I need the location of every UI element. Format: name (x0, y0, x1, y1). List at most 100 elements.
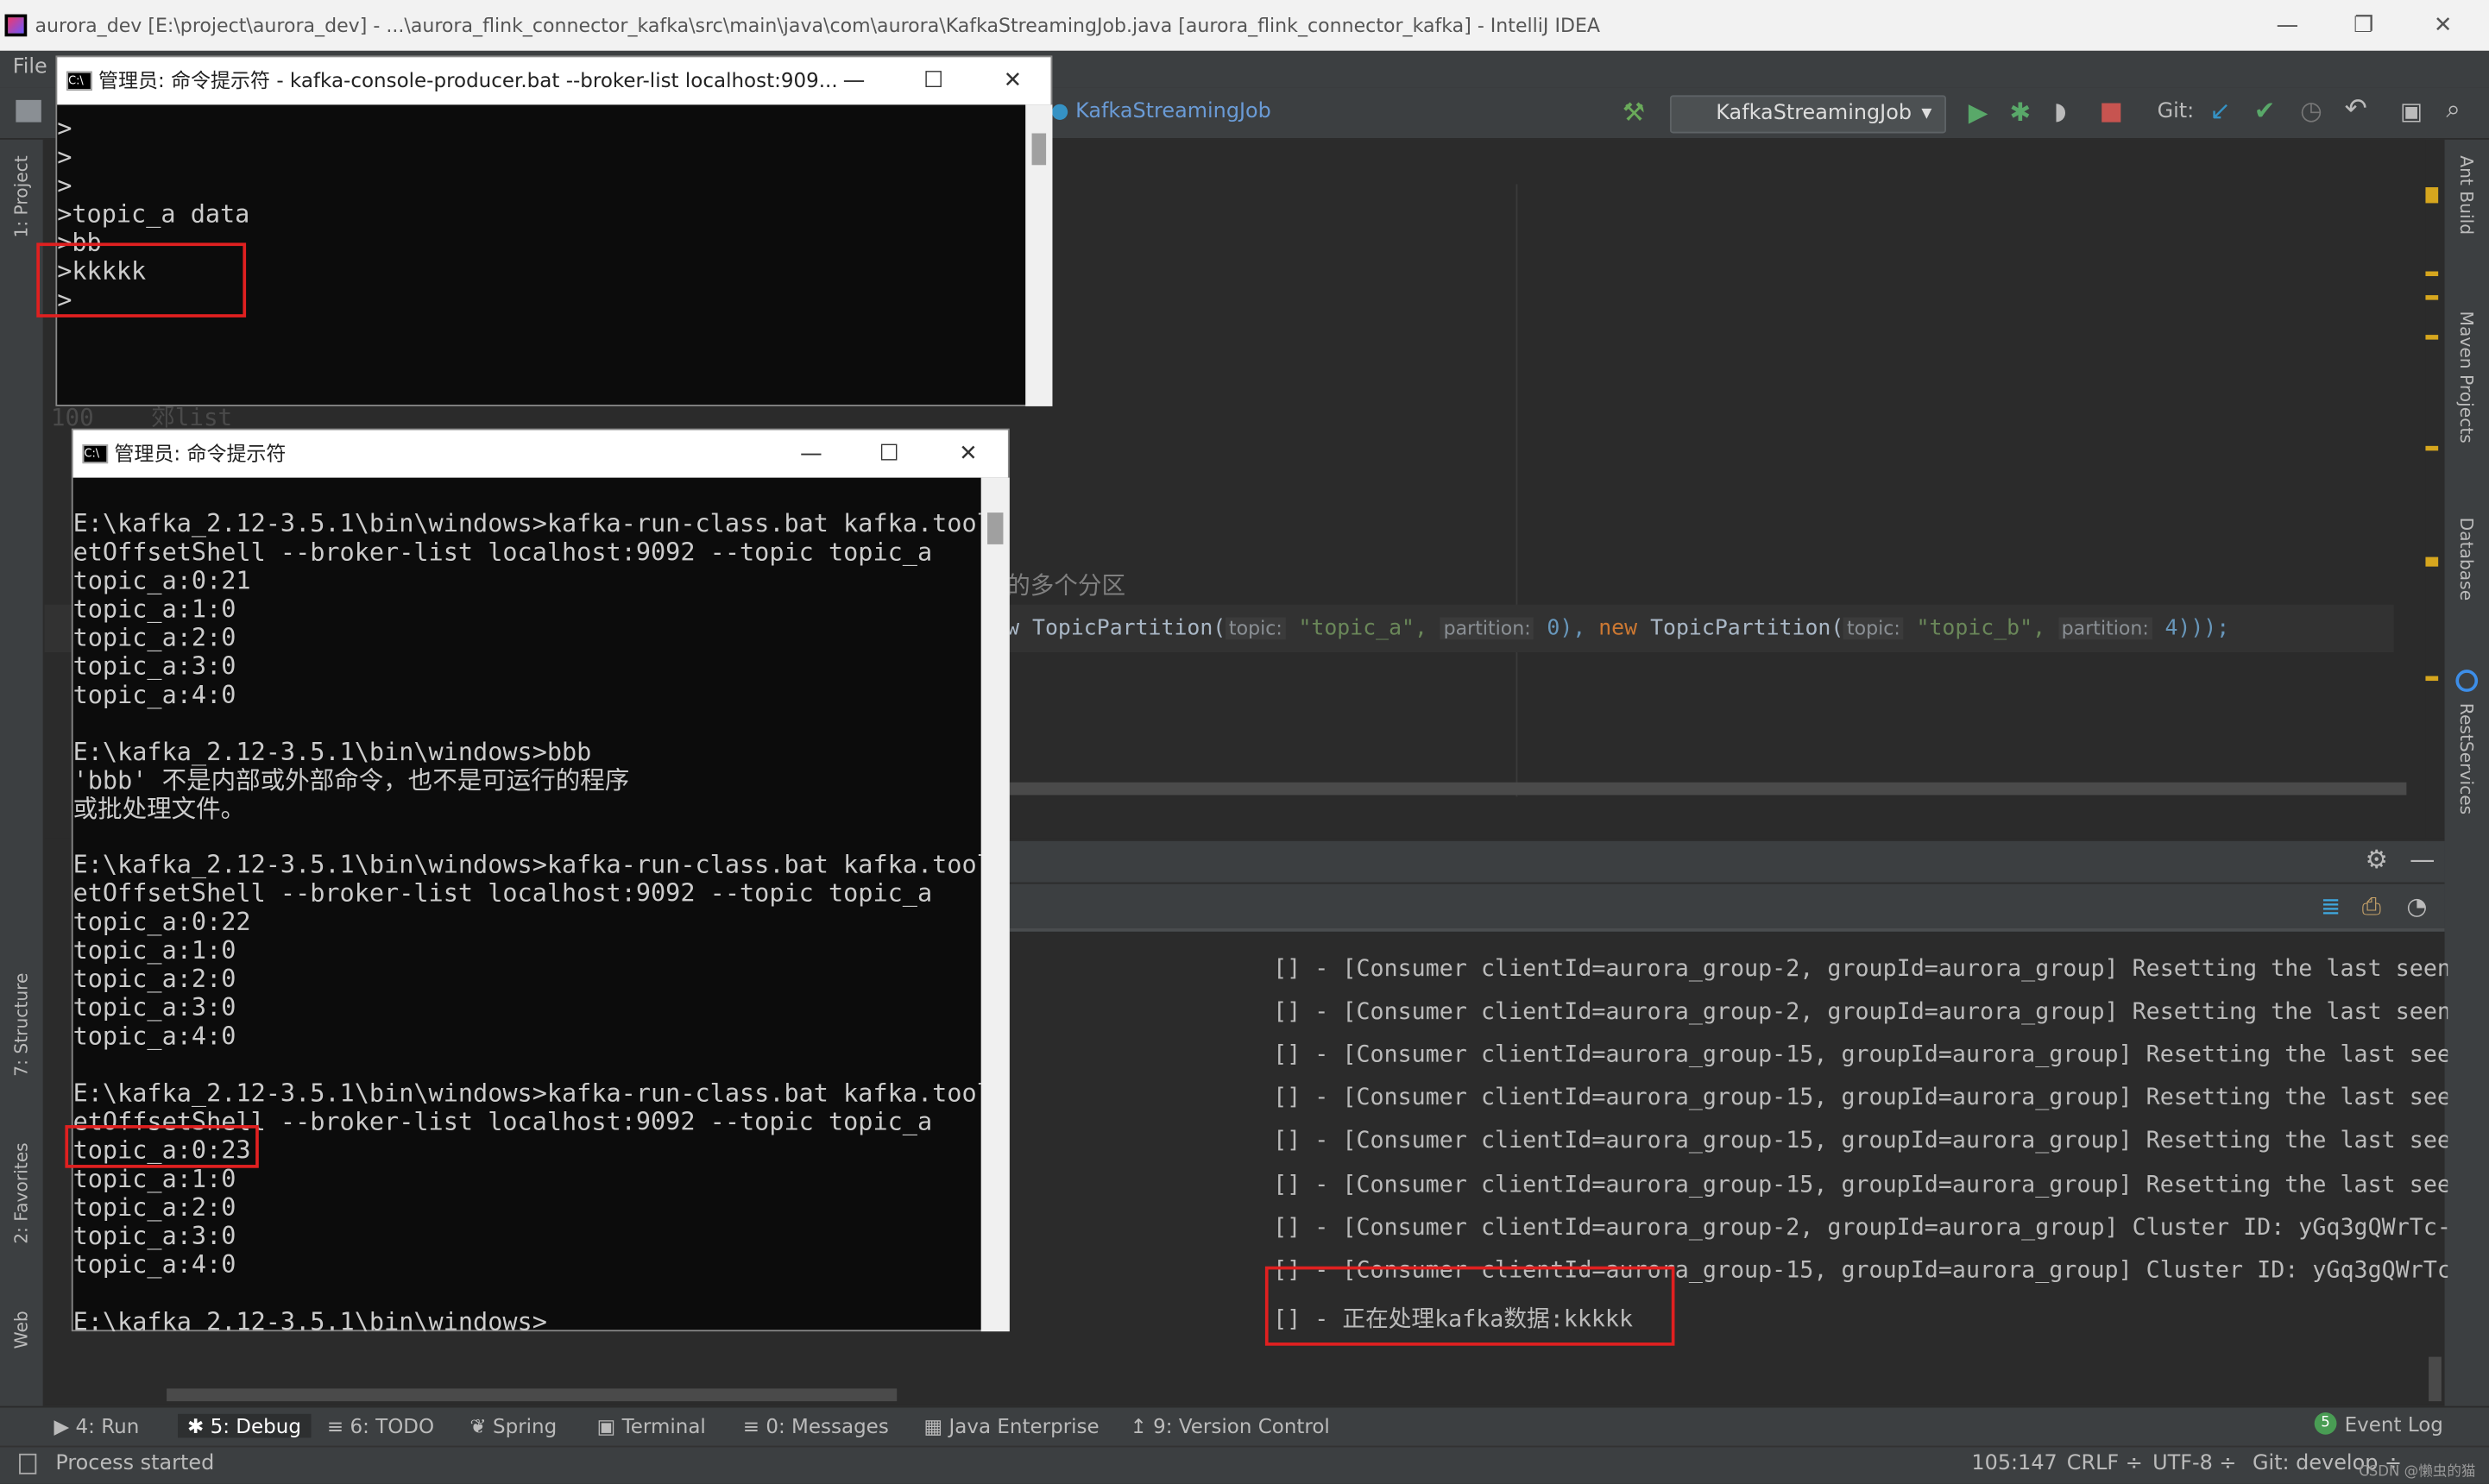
tool-tab-spring[interactable]: ❦ Spring (469, 1414, 557, 1438)
window-title: aurora_dev [E:\project\aurora_dev] - ...… (35, 14, 1601, 37)
cmd-line: topic_a:3:0 (72, 651, 236, 681)
run-icon[interactable]: ▶ (1969, 97, 1988, 127)
intellij-logo-icon (4, 14, 28, 37)
tool-window-favorites[interactable]: 2: Favorites (11, 1142, 32, 1244)
cmd-line: topic_a:4:0 (72, 680, 236, 709)
tool-tab-icon: ▦ (923, 1413, 949, 1438)
code-comment: 的多个分区 (1006, 571, 1126, 601)
tool-tab-icon: ≡ (326, 1413, 350, 1438)
close-button[interactable]: ✕ (2406, 0, 2480, 51)
highlight-box-kkkkk (36, 242, 247, 318)
cmd-line: topic_a:2:0 (72, 965, 236, 994)
code-number: 4))); (2164, 615, 2230, 642)
cmd-scrollbar[interactable] (1025, 104, 1053, 406)
cmd-scrollbar[interactable] (980, 477, 1010, 1332)
close-button[interactable]: ✕ (981, 57, 1045, 104)
project-structure-icon[interactable]: ▣ (2400, 97, 2423, 125)
cmd-line: topic_a:4:0 (72, 1022, 236, 1051)
cmd-line: >topic_a data (57, 199, 250, 229)
cmd-output: E:\kafka_2.12-3.5.1\bin\windows>kafka-ru… (72, 478, 981, 1332)
run-config-dropdown[interactable]: KafkaStreamingJob ▾ (1669, 95, 1946, 134)
cmd-line: 'bbb' 不是内部或外部命令，也不是可运行的程序 (72, 765, 630, 795)
cmd-line: topic_a:1:0 (72, 936, 236, 965)
tool-tab-debug[interactable]: ✱ 5: Debug (178, 1413, 311, 1438)
cmd-title: 管理员: 命令提示符 - kafka-console-producer.bat … (98, 68, 838, 92)
tool-window-web[interactable]: Web (11, 1311, 32, 1349)
code-keyword: new (1598, 615, 1638, 642)
cmd-line: E:\kafka_2.12-3.5.1\bin\windows>_ (72, 1306, 563, 1332)
tool-window-tabs: ▶ 4: Run ✱ 5: Debug ≡ 6: TODO ❦ Spring ▣ Ter… (0, 1405, 2489, 1446)
tool-tab-label: Spring (493, 1413, 558, 1438)
tool-tab-label: 5: Debug (210, 1413, 301, 1438)
maximize-button[interactable]: ☐ (902, 57, 966, 104)
line-separator[interactable]: CRLF ÷ (2067, 1452, 2143, 1476)
cmd-icon: C:\ (82, 444, 109, 464)
tool-tab-versioncontrol[interactable]: ↥ 9: Version Control (1131, 1414, 1330, 1438)
cmd-line: > (57, 171, 72, 200)
minimize-button[interactable]: — (779, 430, 843, 477)
revert-icon[interactable]: ↶ (2345, 94, 2367, 126)
console-scrollbar[interactable] (2429, 1356, 2442, 1402)
git-update-icon[interactable]: ↙ (2209, 95, 2231, 125)
minimize-button[interactable]: — (822, 57, 886, 104)
cmd-line: etOffsetShell --broker-list localhost:90… (72, 879, 933, 909)
maximize-button[interactable]: ☐ (857, 430, 921, 477)
coverage-icon[interactable]: ◗ (2054, 97, 2067, 125)
tool-tab-icon: ✱ (187, 1413, 211, 1438)
git-commit-icon[interactable]: ✔ (2254, 95, 2276, 125)
stop-icon[interactable] (2101, 103, 2121, 123)
tool-tab-icon: ▶ (54, 1413, 76, 1438)
hide-panel-icon[interactable]: — (2410, 845, 2435, 875)
left-tool-strip: 1: Project 7: Structure 2: Favorites Web (0, 139, 45, 1410)
clear-icon[interactable]: ◔ (2406, 892, 2427, 921)
tool-tab-terminal[interactable]: ▣ Terminal (597, 1414, 706, 1438)
caret-position[interactable]: 105:147 (1971, 1452, 2057, 1476)
chevron-down-icon: ▾ (1921, 101, 1932, 126)
scroll-to-end-icon[interactable]: ≣ (2321, 892, 2341, 921)
folder-icon[interactable] (16, 99, 41, 123)
editor-horizontal-scrollbar[interactable] (1009, 782, 2407, 795)
tool-tab-todo[interactable]: ≡ 6: TODO (327, 1414, 434, 1438)
git-label: Git: (2157, 99, 2195, 124)
breadcrumb-kafkastreamingjob[interactable]: ● KafkaStreamingJob (1051, 100, 1271, 124)
tool-window-structure[interactable]: 7: Structure (11, 972, 32, 1076)
tool-window-restservices[interactable]: RestServices (2455, 703, 2476, 814)
highlight-box-console (1264, 1266, 1675, 1346)
print-icon[interactable]: ⎙ (2362, 892, 2381, 921)
restore-button[interactable]: ❐ (2327, 0, 2400, 51)
cmd-window-producer[interactable]: C:\ 管理员: 命令提示符 - kafka-console-producer.… (55, 55, 1053, 406)
tool-window-ant-build[interactable]: Ant Build (2455, 155, 2476, 235)
tool-tab-label: 9: Version Control (1153, 1413, 1330, 1438)
tool-window-database[interactable]: Database (2455, 518, 2476, 601)
cmd-line: E:\kafka_2.12-3.5.1\bin\windows>kafka-ru… (72, 851, 981, 880)
tool-tab-run[interactable]: ▶ 4: Run (54, 1414, 140, 1438)
search-icon[interactable]: ⌕ (2446, 94, 2460, 126)
tool-window-maven[interactable]: Maven Projects (2455, 311, 2476, 443)
right-margin-guide (1515, 184, 1518, 797)
tool-tab-javaenterprise[interactable]: ▦ Java Enterprise (923, 1414, 1099, 1438)
console-horizontal-scrollbar[interactable] (167, 1388, 898, 1402)
console-line: [] - [Consumer clientId=aurora_group-2, … (1273, 1215, 2448, 1241)
file-encoding[interactable]: UTF-8 ÷ (2152, 1452, 2236, 1476)
cmd-line: E:\kafka_2.12-3.5.1\bin\windows>kafka-ru… (72, 509, 981, 538)
cmd-window-offsets[interactable]: C:\ 管理员: 命令提示符 — ☐ ✕ E:\kafka_2.12-3.5.1… (71, 428, 1010, 1332)
code-token: TopicPartition( (1650, 615, 1844, 642)
cmd-line: > (57, 142, 72, 172)
tool-tab-icon: ↥ (1130, 1413, 1154, 1438)
debug-icon[interactable]: ✱ (2010, 97, 2032, 127)
breadcrumb-label: KafkaStreamingJob (1075, 99, 1271, 124)
event-log-tab[interactable]: Event Log (2345, 1412, 2443, 1437)
menu-file[interactable]: File (13, 55, 47, 79)
param-hint: partition: (2057, 617, 2152, 640)
cmd-line: > (57, 114, 72, 143)
cmd-icon: C:\ (66, 71, 92, 91)
close-button[interactable]: ✕ (936, 430, 1000, 477)
settings-gear-icon[interactable]: ⚙ (2366, 845, 2388, 875)
build-hammer-icon[interactable]: ⚒ (1623, 97, 1645, 127)
minimize-button[interactable]: — (2251, 0, 2324, 51)
cmd-line: topic_a:1:0 (72, 594, 236, 624)
history-icon[interactable]: ◷ (2300, 95, 2322, 125)
tool-tab-messages[interactable]: ≡ 0: Messages (743, 1414, 889, 1438)
tool-window-project[interactable]: 1: Project (11, 155, 32, 237)
status-toggle-icon[interactable] (19, 1453, 37, 1475)
